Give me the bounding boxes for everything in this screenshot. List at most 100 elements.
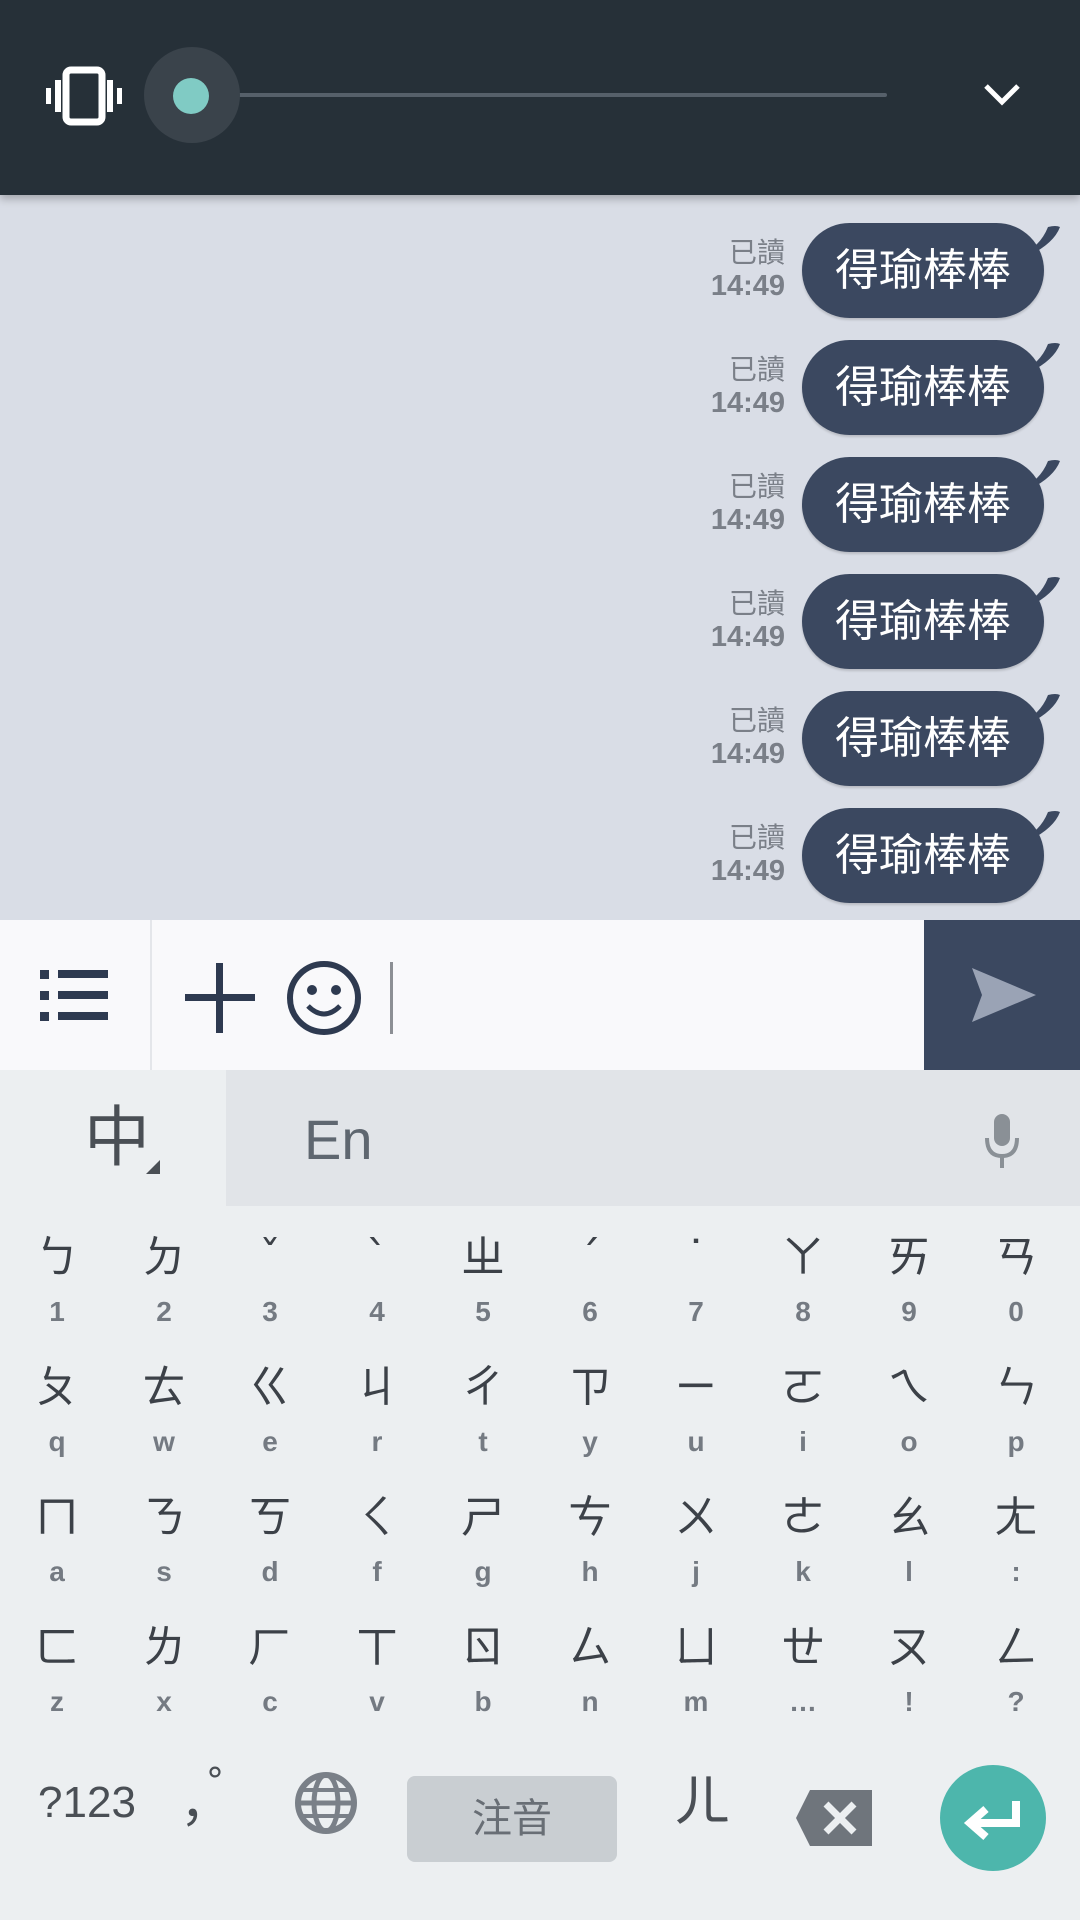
key-4[interactable]: ˋ4	[324, 1220, 430, 1348]
message-bubble[interactable]: 得瑜棒棒	[802, 808, 1044, 903]
backspace-icon[interactable]	[796, 1790, 872, 1846]
globe-icon[interactable]	[286, 1758, 366, 1848]
key-hint: k	[795, 1556, 811, 1587]
key-e[interactable]: ㄍe	[217, 1350, 323, 1478]
key-b[interactable]: ㄖb	[430, 1610, 536, 1738]
key-symbol: ㄗ	[568, 1362, 612, 1413]
key-m[interactable]: ㄩm	[643, 1610, 749, 1738]
key-k[interactable]: ㄜk	[750, 1480, 856, 1608]
key-symbol: ㄝ	[781, 1622, 825, 1673]
message-bubble[interactable]: 得瑜棒棒	[802, 340, 1044, 435]
key-5[interactable]: ㄓ5	[430, 1220, 536, 1348]
key-symbol: ㄋ	[142, 1492, 186, 1543]
key-hint: w	[153, 1426, 175, 1457]
key-i[interactable]: ㄛi	[750, 1350, 856, 1478]
key-?[interactable]: ㄥ?	[963, 1610, 1069, 1738]
message-bubble[interactable]: 得瑜棒棒	[802, 574, 1044, 669]
plus-icon[interactable]	[180, 958, 260, 1038]
message-meta: 已讀 14:49	[711, 354, 785, 420]
key-symbol: ㄈ	[35, 1622, 79, 1673]
mic-icon[interactable]	[982, 1112, 1022, 1170]
chat-area[interactable]: 已讀 14:49 得瑜棒棒 已讀 14:49 得瑜棒棒 已讀 14:49 得瑜棒…	[0, 195, 1080, 920]
key-7[interactable]: ˙ 7	[643, 1220, 749, 1348]
tab-english[interactable]: En	[304, 1108, 373, 1172]
enter-key[interactable]	[940, 1765, 1046, 1871]
key-symbol: ㄊ	[142, 1362, 186, 1413]
key-hint: ?	[1007, 1686, 1025, 1717]
key-x[interactable]: ㄌx	[111, 1610, 217, 1738]
key-hint: s	[156, 1556, 172, 1587]
key-hint: j	[692, 1556, 700, 1587]
key-symbol: ㄜ	[781, 1492, 825, 1543]
key-f[interactable]: ㄑf	[324, 1480, 430, 1608]
message-row: 已讀 14:49 得瑜棒棒	[0, 691, 1080, 791]
smiley-icon[interactable]	[284, 958, 364, 1038]
key-hint: …	[789, 1686, 817, 1717]
symbols-key[interactable]: ?123	[22, 1758, 152, 1848]
key-o[interactable]: ㄟo	[856, 1350, 962, 1478]
key-8[interactable]: ㄚ8	[750, 1220, 856, 1348]
key-w[interactable]: ㄊw	[111, 1350, 217, 1478]
key-hint: q	[48, 1426, 66, 1457]
key-0[interactable]: ㄢ0	[963, 1220, 1069, 1348]
key-r[interactable]: ㄐr	[324, 1350, 430, 1478]
key-s[interactable]: ㄋs	[111, 1480, 217, 1608]
space-key[interactable]: 注音	[407, 1776, 617, 1862]
vibrate-icon[interactable]	[46, 66, 122, 126]
punctuation-key-label: ，	[180, 1774, 233, 1834]
key-3[interactable]: ˇ3	[217, 1220, 323, 1348]
message-bubble[interactable]: 得瑜棒棒	[802, 457, 1044, 552]
key-g[interactable]: ㄕg	[430, 1480, 536, 1608]
menu-button[interactable]	[0, 920, 152, 1070]
key-symbol: ㄍ	[248, 1362, 292, 1413]
tab-chinese[interactable]: 中	[0, 1070, 226, 1206]
key-6[interactable]: ˊ6	[537, 1220, 643, 1348]
key-hint: a	[49, 1556, 65, 1587]
key-y[interactable]: ㄗy	[537, 1350, 643, 1478]
message-time: 14:49	[710, 855, 785, 887]
key-![interactable]: ㄡ!	[856, 1610, 962, 1738]
message-meta: 已讀 14:49	[711, 822, 785, 888]
message-row: 已讀 14:49 得瑜棒棒	[0, 457, 1080, 557]
key-symbol: ㄛ	[781, 1362, 825, 1413]
key-hint: o	[900, 1426, 918, 1457]
message-bubble[interactable]: 得瑜棒棒	[802, 223, 1044, 318]
key-1[interactable]: ㄅ1	[4, 1220, 110, 1348]
volume-slider-track[interactable]	[192, 93, 887, 97]
key-symbol: ㄡ	[887, 1622, 931, 1673]
key-c[interactable]: ㄏc	[217, 1610, 323, 1738]
key-hint: h	[581, 1556, 599, 1587]
key-symbol: ㄙ	[568, 1622, 612, 1673]
key-l[interactable]: ㄠl	[856, 1480, 962, 1608]
key-hint: 8	[795, 1296, 811, 1327]
key-t[interactable]: ㄔt	[430, 1350, 536, 1478]
key-u[interactable]: ㄧu	[643, 1350, 749, 1478]
key-p[interactable]: ㄣp	[963, 1350, 1069, 1478]
er-key[interactable]: ㄦ	[652, 1758, 752, 1848]
key-…[interactable]: ㄝ…	[750, 1610, 856, 1738]
key-symbol: ㄇ	[35, 1492, 79, 1543]
punctuation-key[interactable]: ° ，	[166, 1758, 276, 1848]
key-z[interactable]: ㄈz	[4, 1610, 110, 1738]
key-hint: d	[261, 1556, 279, 1587]
volume-slider-thumb[interactable]	[173, 78, 209, 114]
key-:[interactable]: ㄤ:	[963, 1480, 1069, 1608]
key-d[interactable]: ㄎd	[217, 1480, 323, 1608]
read-receipt: 已讀	[728, 822, 785, 853]
key-h[interactable]: ㄘh	[537, 1480, 643, 1608]
key-n[interactable]: ㄙn	[537, 1610, 643, 1738]
key-v[interactable]: ㄒv	[324, 1610, 430, 1738]
chevron-down-icon[interactable]	[980, 78, 1024, 108]
send-button[interactable]	[924, 920, 1080, 1070]
key-symbol: ㄧ	[674, 1362, 718, 1413]
text-cursor[interactable]	[390, 962, 393, 1034]
key-j[interactable]: ㄨj	[643, 1480, 749, 1608]
message-row: 已讀 14:49 得瑜棒棒	[0, 340, 1080, 440]
key-2[interactable]: ㄉ2	[111, 1220, 217, 1348]
key-symbol: ˙	[685, 1232, 707, 1283]
key-a[interactable]: ㄇa	[4, 1480, 110, 1608]
message-bubble[interactable]: 得瑜棒棒	[802, 691, 1044, 786]
key-q[interactable]: ㄆq	[4, 1350, 110, 1478]
key-9[interactable]: ㄞ9	[856, 1220, 962, 1348]
read-receipt: 已讀	[728, 354, 785, 385]
